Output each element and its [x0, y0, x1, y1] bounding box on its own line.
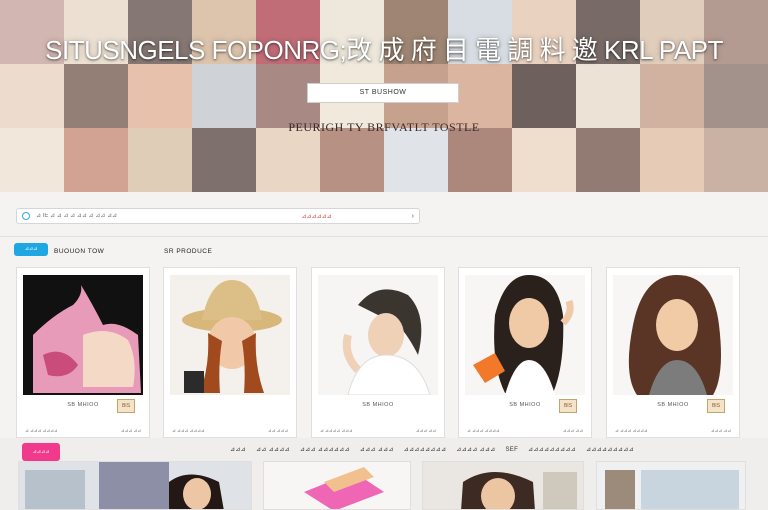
search-bar[interactable]: ⊿⊿⊿⊿⊿⊿ ›: [16, 208, 420, 224]
hero-tagline: PEURIGH TY BRFVATLT TOSTLE: [288, 120, 480, 134]
product-photo[interactable]: [465, 275, 585, 395]
product-footer: ⊿ ⊿⊿⊿ ⊿⊿⊿⊿ ⊿⊿⊿ ⊿⊿: [615, 428, 731, 434]
search-hint: ⊿⊿⊿⊿⊿⊿: [301, 213, 332, 220]
product-footer: ⊿ ⊿⊿⊿ ⊿⊿⊿⊿ ⊿⊿ ⊿⊿⊿: [172, 428, 288, 434]
divider: [0, 236, 768, 237]
product-meta-right: ⊿⊿⊿ ⊿⊿: [710, 428, 731, 433]
filter-item[interactable]: ⊿⊿⊿⊿ ⊿⊿⊿: [456, 447, 495, 453]
product-photo[interactable]: [23, 275, 143, 395]
product-tag: BIS: [117, 399, 135, 413]
product-meta-right: ⊿⊿⊿ ⊿⊿: [120, 428, 141, 433]
product-footer: ⊿ ⊿⊿⊿⊿ ⊿⊿⊿ ⊿⊿⊿ ⊿⊿: [320, 428, 436, 434]
secondary-pill-button[interactable]: ⊿⊿⊿⊿: [22, 443, 60, 461]
section-label-primary[interactable]: BUOUON TOW: [54, 248, 104, 255]
product-meta-left: ⊿ ⊿⊿⊿ ⊿⊿⊿⊿: [467, 428, 500, 433]
product-card[interactable]: [18, 461, 252, 510]
filter-item[interactable]: ⊿⊿⊿: [230, 447, 246, 453]
product-tag: BIS: [707, 399, 725, 413]
product-name: SB MHIOO: [362, 402, 394, 408]
filter-item[interactable]: SEF: [505, 447, 518, 453]
filter-item[interactable]: ⊿⊿⊿⊿⊿⊿⊿⊿: [404, 447, 447, 453]
product-card[interactable]: [422, 461, 584, 510]
product-meta-right: ⊿⊿⊿ ⊿⊿: [562, 428, 583, 433]
product-photo[interactable]: [597, 462, 746, 510]
product-meta-left: ⊿ ⊿⊿⊿⊿ ⊿⊿⊿: [320, 428, 353, 433]
filter-item[interactable]: ⊿⊿⊿⊿⊿⊿⊿⊿⊿: [528, 447, 576, 453]
hero-banner: SITUSNGELS FOPONRG;改 成 府 目 電 調 料 邀 KRL P…: [0, 0, 768, 192]
chevron-right-icon[interactable]: ›: [412, 213, 414, 220]
search-input[interactable]: [36, 213, 302, 219]
filter-item[interactable]: ⊿⊿⊿⊿⊿⊿⊿⊿⊿: [586, 447, 634, 453]
product-meta-left: ⊿ ⊿⊿⊿ ⊿⊿⊿⊿: [25, 428, 58, 433]
product-meta-left: ⊿ ⊿⊿⊿ ⊿⊿⊿⊿: [172, 428, 205, 433]
product-card[interactable]: [596, 461, 746, 510]
hero-title: SITUSNGELS FOPONRG;改 成 府 目 電 調 料 邀 KRL P…: [45, 35, 723, 65]
product-footer: ⊿ ⊿⊿⊿ ⊿⊿⊿⊿ ⊿⊿⊿ ⊿⊿: [25, 428, 141, 434]
product-photo[interactable]: [264, 462, 411, 510]
product-photo[interactable]: [613, 275, 733, 395]
product-footer: ⊿ ⊿⊿⊿ ⊿⊿⊿⊿ ⊿⊿⊿ ⊿⊿: [467, 428, 583, 434]
product-meta-right: ⊿⊿⊿ ⊿⊿: [415, 428, 436, 433]
product-card[interactable]: ⊿ ⊿⊿⊿ ⊿⊿⊿⊿ ⊿⊿ ⊿⊿⊿: [163, 267, 297, 438]
filter-item[interactable]: ⊿⊿⊿ ⊿⊿⊿⊿⊿⊿: [300, 447, 350, 453]
hero-cta-button[interactable]: ST BUSHOW: [307, 83, 459, 103]
product-card[interactable]: SB MHIOO BIS ⊿ ⊿⊿⊿ ⊿⊿⊿⊿ ⊿⊿⊿ ⊿⊿: [606, 267, 740, 438]
product-photo[interactable]: [170, 275, 290, 395]
product-tag: BIS: [559, 399, 577, 413]
product-card[interactable]: [263, 461, 411, 510]
filter-bar: ⊿⊿⊿ ⊿⊿ ⊿⊿⊿⊿ ⊿⊿⊿ ⊿⊿⊿⊿⊿⊿ ⊿⊿⊿ ⊿⊿⊿ ⊿⊿⊿⊿⊿⊿⊿⊿ …: [230, 446, 642, 453]
section-pill-button[interactable]: ⊿⊿⊿: [14, 243, 48, 256]
product-meta-left: ⊿ ⊿⊿⊿ ⊿⊿⊿⊿: [615, 428, 648, 433]
product-card[interactable]: SB MHIOO BIS ⊿ ⊿⊿⊿ ⊿⊿⊿⊿ ⊿⊿⊿ ⊿⊿: [458, 267, 592, 438]
section-label-secondary[interactable]: SR PRODUCE: [164, 248, 212, 255]
product-meta-right: ⊿⊿ ⊿⊿⊿: [267, 428, 288, 433]
product-photo[interactable]: [318, 275, 438, 395]
filter-item[interactable]: ⊿⊿⊿ ⊿⊿⊿: [360, 447, 394, 453]
product-photo[interactable]: [423, 462, 584, 510]
search-icon: [22, 212, 30, 220]
product-card[interactable]: SB MHIOO ⊿ ⊿⊿⊿⊿ ⊿⊿⊿ ⊿⊿⊿ ⊿⊿: [311, 267, 445, 438]
product-photo[interactable]: [19, 462, 252, 510]
filter-item[interactable]: ⊿⊿ ⊿⊿⊿⊿: [256, 447, 290, 453]
product-card[interactable]: SB MHIOO BIS ⊿ ⊿⊿⊿ ⊿⊿⊿⊿ ⊿⊿⊿ ⊿⊿: [16, 267, 150, 438]
